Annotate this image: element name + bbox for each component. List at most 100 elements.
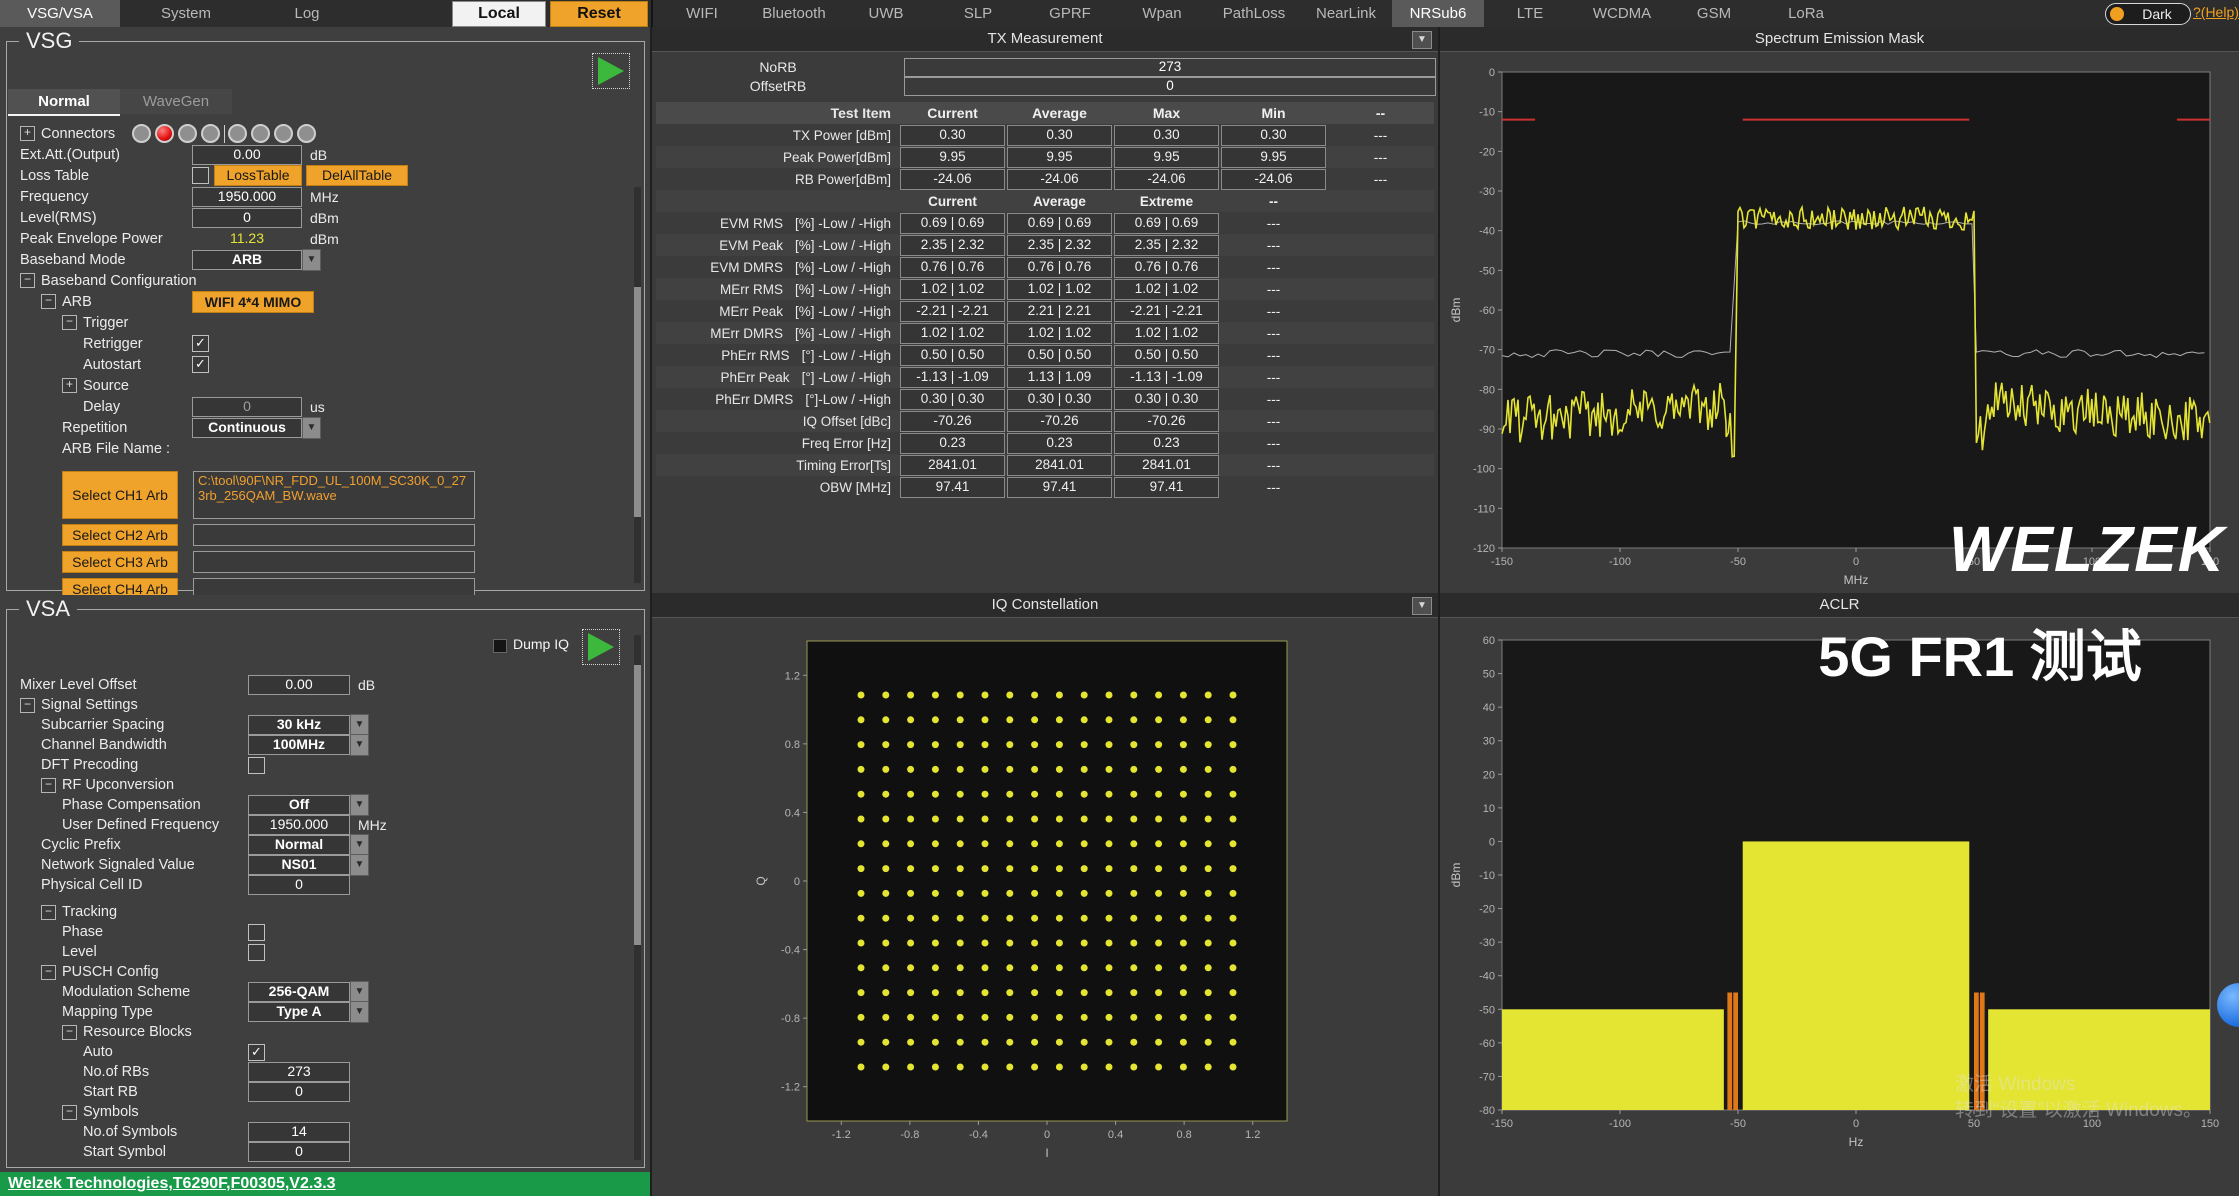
subcarrier-spacing-select[interactable]: 30 kHz <box>248 715 350 735</box>
expand-icon[interactable]: + <box>20 126 35 141</box>
tab-wcdma[interactable]: WCDMA <box>1576 0 1668 27</box>
chevron-down-icon[interactable]: ▼ <box>302 417 321 439</box>
dump-iq-checkbox[interactable] <box>493 639 507 653</box>
repetition-select[interactable]: Continuous <box>192 418 302 438</box>
select-ch1-arb-button[interactable]: Select CH1 Arb <box>62 471 178 519</box>
wifi-4-4-mimo-button[interactable]: WIFI 4*4 MIMO <box>192 291 314 313</box>
vsg-scrollbar-thumb[interactable] <box>634 287 641 517</box>
modulation-scheme-select[interactable]: 256-QAM <box>248 982 350 1002</box>
start-rb-field[interactable]: 0 <box>248 1082 350 1102</box>
collapse-icon[interactable]: − <box>62 315 77 330</box>
connector-radio-4[interactable] <box>201 124 220 143</box>
tab-uwb[interactable]: UWB <box>840 0 932 27</box>
chevron-down-icon[interactable]: ▼ <box>302 249 321 271</box>
chevron-down-icon[interactable]: ▼ <box>1412 31 1432 49</box>
tab-pathloss[interactable]: PathLoss <box>1208 0 1300 27</box>
dark-mode-toggle[interactable]: Dark <box>2105 3 2191 25</box>
tab-nearlink[interactable]: NearLink <box>1300 0 1392 27</box>
connector-radio-2[interactable] <box>155 124 174 143</box>
network-signaled-value-select[interactable]: NS01 <box>248 855 350 875</box>
connector-radio-8[interactable] <box>297 124 316 143</box>
collapse-icon[interactable]: − <box>20 273 35 288</box>
collapse-icon[interactable]: − <box>41 905 56 920</box>
tab-bluetooth[interactable]: Bluetooth <box>748 0 840 27</box>
collapse-icon[interactable]: − <box>62 1025 77 1040</box>
tab-wpan[interactable]: Wpan <box>1116 0 1208 27</box>
tab-lte[interactable]: LTE <box>1484 0 1576 27</box>
chevron-down-icon[interactable]: ▼ <box>350 1001 369 1023</box>
baseband-mode-select[interactable]: ARB <box>192 250 302 270</box>
select-ch2-arb-button[interactable]: Select CH2 Arb <box>62 524 178 546</box>
local-button[interactable]: Local <box>452 1 546 27</box>
connector-radio-5[interactable] <box>228 124 247 143</box>
level-rms-field[interactable]: 0 <box>192 208 302 228</box>
vsg-scrollbar[interactable] <box>634 187 641 583</box>
cyclic-prefix-select[interactable]: Normal <box>248 835 350 855</box>
phase-compensation-select[interactable]: Off <box>248 795 350 815</box>
delay-field[interactable]: 0 <box>192 397 302 417</box>
user-defined-frequency-field[interactable]: 1950.000 <box>248 815 350 835</box>
retrigger-checkbox[interactable]: ✓ <box>192 335 209 352</box>
loss-table-checkbox[interactable] <box>192 167 209 184</box>
tab-lora[interactable]: LoRa <box>1760 0 1852 27</box>
vsg-tab-wavegen[interactable]: WaveGen <box>120 89 232 114</box>
tab-system[interactable]: System <box>120 0 252 27</box>
offsetrb-value[interactable]: 0 <box>904 77 1436 96</box>
mixer-level-offset-field[interactable]: 0.00 <box>248 675 350 695</box>
collapse-icon[interactable]: − <box>20 698 35 713</box>
tab-nrsub6[interactable]: NRSub6 <box>1392 0 1484 27</box>
help-link[interactable]: ?(Help) <box>2193 4 2239 20</box>
tab-log[interactable]: Log <box>252 0 362 27</box>
collapse-icon[interactable]: − <box>62 1105 77 1120</box>
arb-file-field[interactable] <box>193 524 475 546</box>
collapse-icon[interactable]: − <box>41 965 56 980</box>
tab-gsm[interactable]: GSM <box>1668 0 1760 27</box>
tab-gprf[interactable]: GPRF <box>1024 0 1116 27</box>
level-checkbox[interactable] <box>248 944 265 961</box>
chevron-down-icon[interactable]: ▼ <box>350 854 369 876</box>
losstable-button[interactable]: LossTable <box>214 165 302 186</box>
peak-envelope-power-field[interactable]: 11.23 <box>192 229 302 249</box>
expand-icon[interactable]: + <box>62 378 77 393</box>
collapse-icon[interactable]: − <box>41 294 56 309</box>
connector-radio-3[interactable] <box>178 124 197 143</box>
vsa-scrollbar[interactable] <box>634 635 641 1160</box>
chevron-down-icon[interactable]: ▼ <box>1412 597 1432 615</box>
table-row: EVM DMRS[%] -Low / -High0.76 | 0.760.76 … <box>656 256 1434 278</box>
ext-att-output-field[interactable]: 0.00 <box>192 145 302 165</box>
no-of-symbols-field[interactable]: 14 <box>248 1122 350 1142</box>
chevron-down-icon[interactable]: ▼ <box>350 981 369 1003</box>
tab-wifi[interactable]: WIFI <box>656 0 748 27</box>
chevron-down-icon[interactable]: ▼ <box>350 734 369 756</box>
arb-file-field[interactable] <box>193 551 475 573</box>
tab-slp[interactable]: SLP <box>932 0 1024 27</box>
dft-precoding-checkbox[interactable] <box>248 757 265 774</box>
phase-checkbox[interactable] <box>248 924 265 941</box>
select-ch3-arb-button[interactable]: Select CH3 Arb <box>62 551 178 573</box>
auto-checkbox[interactable]: ✓ <box>248 1044 265 1061</box>
tab-vsg-vsa[interactable]: VSG/VSA <box>0 0 120 27</box>
connector-radio-7[interactable] <box>274 124 293 143</box>
mapping-type-select[interactable]: Type A <box>248 1002 350 1022</box>
channel-bandwidth-select[interactable]: 100MHz <box>248 735 350 755</box>
chevron-down-icon[interactable]: ▼ <box>350 794 369 816</box>
arb-file-field[interactable]: C:\tool\90F\NR_FDD_UL_100M_SC30K_0_273rb… <box>193 471 475 519</box>
vsg-tab-normal[interactable]: Normal <box>8 89 120 116</box>
vsg-play-button[interactable] <box>592 53 630 89</box>
connector-radio-6[interactable] <box>251 124 270 143</box>
chevron-down-icon[interactable]: ▼ <box>350 714 369 736</box>
norb-value[interactable]: 273 <box>904 58 1436 77</box>
connector-radio-1[interactable] <box>132 124 151 143</box>
frequency-field[interactable]: 1950.000 <box>192 187 302 207</box>
vsa-scrollbar-thumb[interactable] <box>634 665 641 945</box>
collapse-icon[interactable]: − <box>41 778 56 793</box>
no-of-rbs-field[interactable]: 273 <box>248 1062 350 1082</box>
autostart-checkbox[interactable]: ✓ <box>192 356 209 373</box>
delalltable-button[interactable]: DelAllTable <box>306 165 408 186</box>
start-symbol-field[interactable]: 0 <box>248 1142 350 1162</box>
vsa-play-button[interactable] <box>582 629 620 665</box>
chevron-down-icon[interactable]: ▼ <box>350 834 369 856</box>
reset-button[interactable]: Reset <box>550 1 648 27</box>
row-label: OBW [MHz] <box>656 480 899 495</box>
physical-cell-id-field[interactable]: 0 <box>248 875 350 895</box>
